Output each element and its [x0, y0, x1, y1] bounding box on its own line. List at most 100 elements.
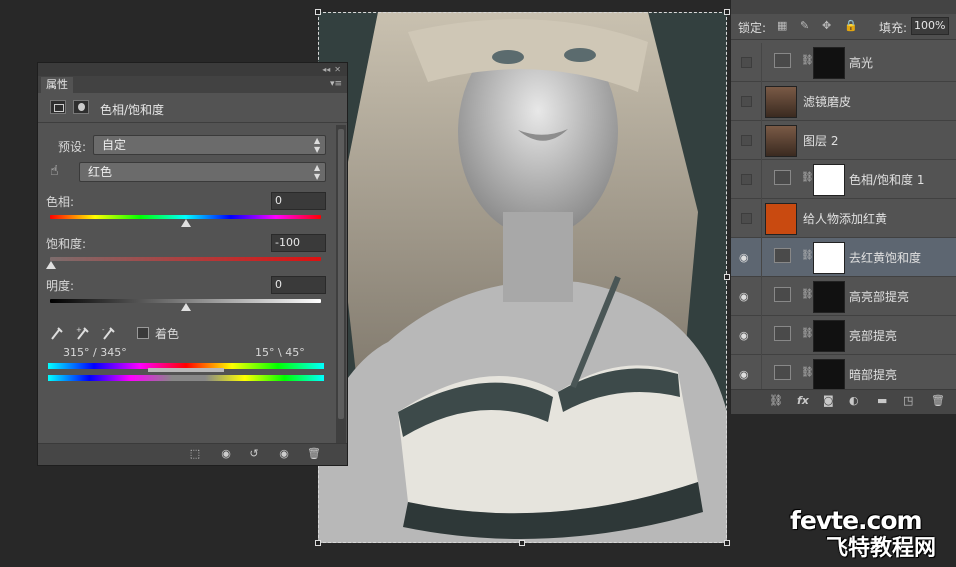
range-selector[interactable] — [148, 368, 224, 372]
layer-name: 给人物添加红黄 — [803, 212, 888, 226]
layer-mask-thumbnail[interactable] — [813, 164, 845, 196]
saturation-input[interactable]: -100 — [271, 234, 326, 252]
lock-row: 锁定: ▦ ✎ ✥ 🔒 填充: 100% — [731, 14, 956, 40]
layer-row[interactable]: 给人物添加红黄 — [731, 199, 956, 238]
layer-name: 去红黄饱和度 — [849, 251, 922, 265]
layer-mask-thumbnail[interactable] — [813, 281, 845, 313]
eye-icon: ◉ — [739, 290, 749, 303]
adjustment-layer-icon[interactable] — [50, 100, 66, 114]
mask-icon[interactable] — [73, 100, 89, 114]
layer-row[interactable]: ⛓ 高光 — [731, 43, 956, 82]
layers-footer: ⛓ fx ◙ ◐ ▬ ◳ 🗑 — [731, 389, 956, 414]
saturation-slider-track[interactable] — [50, 257, 321, 261]
layer-row[interactable]: 滤镜磨皮 — [731, 82, 956, 121]
eye-icon: ◉ — [739, 251, 749, 264]
visibility-toggle[interactable] — [731, 199, 762, 238]
preset-dropdown[interactable]: 自定 ▲ ▼ — [93, 135, 326, 155]
adjustment-icon[interactable]: ◐ — [849, 394, 859, 407]
layer-name: 高亮部提亮 — [849, 290, 910, 304]
collapse-icon[interactable]: ◂◂ — [322, 65, 330, 74]
panel-scrollbar[interactable] — [336, 125, 346, 443]
color-fill-thumbnail[interactable] — [765, 203, 797, 235]
eyedropper-icon[interactable] — [50, 325, 64, 341]
visibility-toggle[interactable]: ◉ — [731, 277, 762, 316]
saturation-slider-thumb[interactable] — [46, 261, 56, 269]
lock-position-icon[interactable]: ✥ — [822, 19, 831, 32]
mask-icon[interactable]: ◙ — [823, 394, 834, 407]
layer-mask-thumbnail[interactable] — [813, 47, 845, 79]
layer-row[interactable]: ⛓ 色相/饱和度 1 — [731, 160, 956, 199]
preset-value: 自定 — [102, 138, 127, 152]
lightness-slider-thumb[interactable] — [181, 303, 191, 311]
transform-handle[interactable] — [519, 540, 525, 546]
hue-slider-thumb[interactable] — [181, 219, 191, 227]
reset-icon[interactable]: ↺ — [246, 447, 262, 461]
visibility-icon[interactable]: ◉ — [276, 447, 292, 461]
lock-paint-icon[interactable]: ✎ — [800, 19, 809, 32]
new-layer-icon[interactable]: ◳ — [903, 394, 913, 407]
document-canvas[interactable] — [318, 12, 727, 543]
lightness-label: 明度: — [46, 279, 75, 293]
visibility-toggle[interactable] — [731, 121, 762, 160]
layer-thumbnail[interactable] — [765, 125, 797, 157]
panel-title: 色相/饱和度 — [100, 103, 165, 117]
lock-all-icon[interactable]: 🔒 — [844, 19, 858, 32]
lock-transparent-icon[interactable]: ▦ — [777, 19, 787, 32]
visibility-box — [741, 135, 752, 146]
visibility-toggle[interactable] — [731, 160, 762, 199]
layer-mask-thumbnail[interactable] — [813, 320, 845, 352]
eyedropper-plus-icon[interactable]: + — [76, 325, 90, 341]
panel-footer: ⬚ ◉ ↺ ◉ 🗑 — [38, 443, 347, 465]
eye-icon: ◉ — [739, 329, 749, 342]
dropdown-arrow-icon: ▲ ▼ — [314, 136, 321, 154]
link-icon: ⛓ — [801, 55, 814, 66]
visibility-toggle[interactable] — [731, 82, 762, 121]
view-previous-icon[interactable]: ◉ — [218, 447, 234, 461]
panel-menu-icon[interactable]: ▾≡ — [330, 79, 342, 89]
layer-thumbnail[interactable] — [765, 86, 797, 118]
range-right-readout: 15° \ 45° — [255, 346, 305, 359]
hand-adjust-icon[interactable]: ☝ — [50, 163, 59, 179]
blend-mode-row — [731, 0, 956, 14]
layer-mask-thumbnail[interactable] — [813, 242, 845, 274]
visibility-toggle[interactable]: ◉ — [731, 316, 762, 355]
visibility-box — [741, 213, 752, 224]
layer-row[interactable]: 图层 2 — [731, 121, 956, 160]
channel-value: 红色 — [88, 165, 113, 179]
clip-to-layer-icon[interactable]: ⬚ — [187, 447, 203, 461]
tab-properties[interactable]: 属性 — [41, 77, 73, 93]
visibility-toggle[interactable]: ◉ — [731, 238, 762, 277]
layer-row[interactable]: ◉ ⛓ 亮部提亮 — [731, 316, 956, 355]
visibility-box — [741, 57, 752, 68]
layer-name: 暗部提亮 — [849, 368, 898, 382]
link-icon[interactable]: ⛓ — [769, 394, 783, 407]
visibility-box — [741, 174, 752, 185]
visibility-toggle[interactable] — [731, 43, 762, 82]
huesat-icon — [774, 170, 791, 185]
lightness-input[interactable]: 0 — [271, 276, 326, 294]
hue-label: 色相: — [46, 195, 75, 209]
hue-input[interactable]: 0 — [271, 192, 326, 210]
folder-icon[interactable]: ▬ — [877, 394, 887, 407]
transform-handle[interactable] — [724, 540, 730, 546]
dropdown-arrow-icon: ▲ ▼ — [314, 163, 321, 181]
link-icon: ⛓ — [801, 172, 814, 183]
color-range-bar-bottom — [48, 375, 324, 381]
eyedropper-minus-icon[interactable]: - — [102, 325, 116, 341]
fx-icon[interactable]: fx — [797, 394, 809, 407]
transform-handle[interactable] — [315, 9, 321, 15]
fill-input[interactable]: 100% — [911, 17, 949, 35]
channel-dropdown[interactable]: 红色 ▲ ▼ — [79, 162, 326, 182]
fill-label: 填充: — [879, 21, 908, 35]
layer-row[interactable]: ◉ ⛓ 高亮部提亮 — [731, 277, 956, 316]
link-icon: ⛓ — [801, 328, 814, 339]
delete-icon[interactable]: 🗑 — [931, 394, 945, 407]
transform-handle[interactable] — [315, 540, 321, 546]
layer-row[interactable]: ◉ ⛓ 去红黄饱和度 — [731, 238, 956, 277]
layer-mask-thumbnail[interactable] — [813, 359, 845, 391]
colorize-checkbox[interactable] — [137, 327, 149, 339]
delete-icon[interactable]: 🗑 — [306, 447, 322, 461]
svg-text:-: - — [102, 326, 105, 334]
close-icon[interactable]: ✕ — [334, 65, 341, 74]
layer-name: 图层 2 — [803, 134, 839, 148]
